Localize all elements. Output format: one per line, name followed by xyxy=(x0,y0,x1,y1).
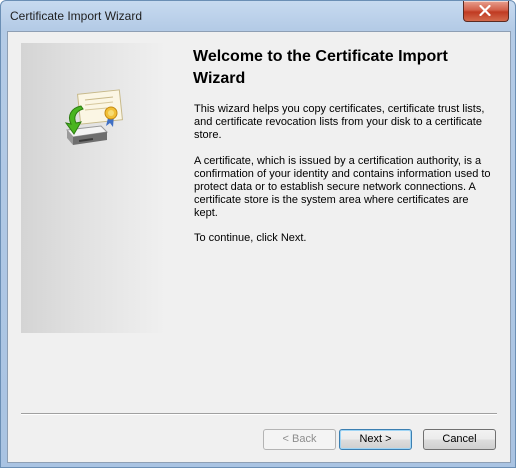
next-button[interactable]: Next > xyxy=(339,429,412,450)
wizard-client-area: Welcome to the Certificate Import Wizard… xyxy=(7,31,511,463)
certificate-import-icon xyxy=(64,89,124,145)
continue-instruction: To continue, click Next. xyxy=(194,232,307,244)
description-paragraph: This wizard helps you copy certificates,… xyxy=(194,103,485,141)
wizard-window: Certificate Import Wizard Welcome to the… xyxy=(0,0,516,468)
back-button[interactable]: < Back xyxy=(263,429,336,450)
window-title: Certificate Import Wizard xyxy=(10,9,143,23)
certificate-explanation-paragraph: A certificate, which is issued by a cert… xyxy=(194,155,491,219)
wizard-heading: Welcome to the Certificate Import Wizard xyxy=(193,48,448,87)
close-icon xyxy=(479,5,491,16)
button-separator xyxy=(21,413,497,415)
wizard-side-panel xyxy=(21,43,166,333)
cancel-button[interactable]: Cancel xyxy=(423,429,496,450)
close-button[interactable] xyxy=(463,1,509,22)
title-bar[interactable]: Certificate Import Wizard xyxy=(1,1,515,31)
